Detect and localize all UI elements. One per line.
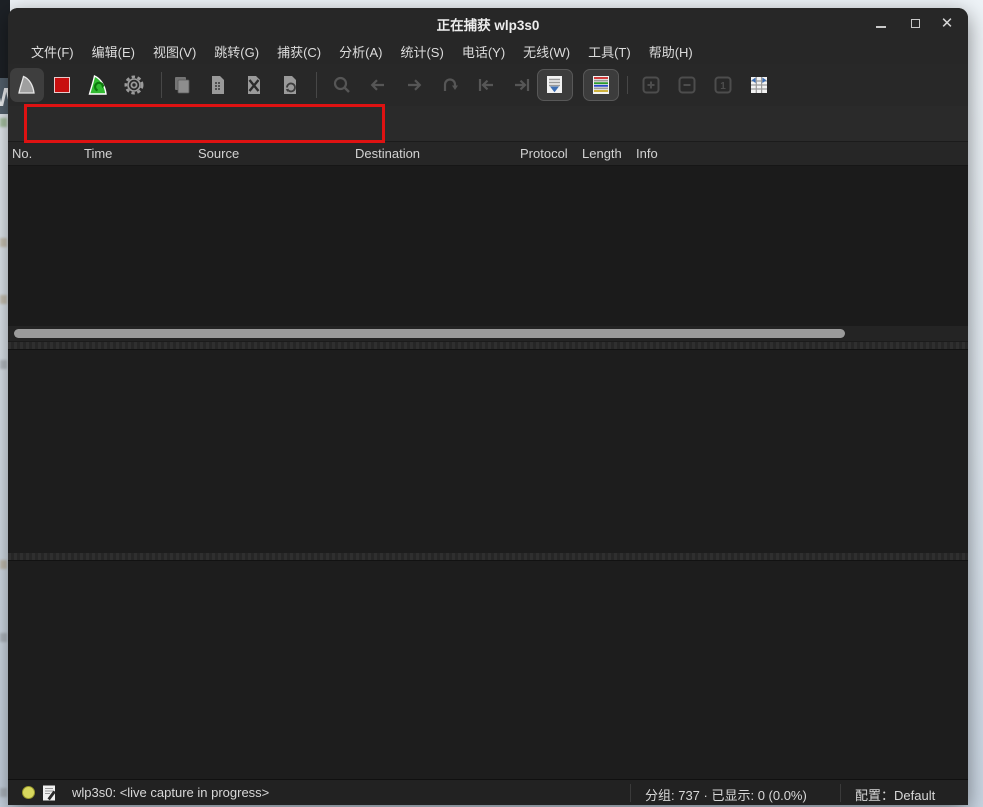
auto-scroll-icon bbox=[543, 73, 567, 97]
start-capture-button[interactable] bbox=[10, 68, 44, 102]
desktop-noise bbox=[0, 633, 7, 642]
close-file-icon bbox=[242, 73, 266, 97]
menu-item-analyze[interactable]: 分析(A) bbox=[330, 39, 391, 64]
colorize-packets-button[interactable] bbox=[583, 69, 619, 101]
find-packet-button[interactable] bbox=[330, 73, 354, 97]
auto-scroll-button[interactable] bbox=[537, 69, 573, 101]
save-file-icon bbox=[206, 73, 230, 97]
horizontal-scrollbar[interactable] bbox=[8, 326, 968, 341]
open-file-icon bbox=[170, 73, 194, 97]
go-first-packet-button[interactable] bbox=[474, 73, 498, 97]
status-separator bbox=[630, 784, 631, 802]
toolbar-separator bbox=[161, 72, 162, 98]
minimize-icon bbox=[876, 26, 886, 28]
desktop-noise bbox=[0, 295, 7, 304]
filter-toolbar: (sip or rtp )and ip.addr==192.168.1.3 an… bbox=[8, 106, 968, 142]
desktop-noise bbox=[0, 560, 7, 569]
menu-item-help[interactable]: 帮助(H) bbox=[640, 39, 702, 64]
packet-details-pane[interactable] bbox=[8, 349, 968, 553]
last-packet-icon bbox=[510, 73, 534, 97]
desktop: W 正在捕获 wlp3s0 ✕ 文件(F) 编辑(E) 视图(V) 跳转(G) … bbox=[0, 0, 983, 807]
pane-splitter[interactable] bbox=[8, 553, 968, 560]
column-length[interactable]: Length bbox=[582, 146, 622, 161]
reload-capture-file-button[interactable] bbox=[278, 73, 302, 97]
gear-icon bbox=[122, 73, 146, 97]
packet-list-header: No. Time Source Destination Protocol Len… bbox=[8, 142, 968, 166]
zoom-100-button[interactable]: 1 bbox=[711, 73, 735, 97]
zoom-out-icon bbox=[675, 73, 699, 97]
go-to-packet-button[interactable] bbox=[438, 73, 462, 97]
desktop-noise bbox=[0, 788, 7, 797]
close-button[interactable]: ✕ bbox=[938, 15, 956, 32]
menu-item-go[interactable]: 跳转(G) bbox=[205, 39, 268, 64]
arrow-left-icon bbox=[366, 73, 390, 97]
go-to-packet-icon bbox=[438, 73, 462, 97]
menu-item-wireless[interactable]: 无线(W) bbox=[514, 39, 579, 64]
window-title: 正在捕获 wlp3s0 bbox=[8, 14, 968, 34]
status-capture-text: wlp3s0: <live capture in progress> bbox=[72, 785, 269, 800]
save-capture-file-button[interactable] bbox=[206, 73, 230, 97]
search-icon bbox=[330, 73, 354, 97]
svg-text:1: 1 bbox=[720, 81, 726, 92]
pane-splitter[interactable] bbox=[8, 342, 968, 349]
stop-capture-button[interactable] bbox=[50, 73, 74, 97]
colorize-icon bbox=[589, 73, 613, 97]
note-pencil-icon bbox=[42, 785, 58, 801]
desktop-noise bbox=[0, 238, 7, 247]
column-protocol[interactable]: Protocol bbox=[520, 146, 568, 161]
menu-item-edit[interactable]: 编辑(E) bbox=[83, 39, 144, 64]
menu-item-tools[interactable]: 工具(T) bbox=[579, 39, 640, 64]
maximize-icon bbox=[911, 19, 920, 28]
status-bar: wlp3s0: <live capture in progress> 分组: 7… bbox=[8, 779, 968, 805]
column-info[interactable]: Info bbox=[636, 146, 658, 161]
go-next-packet-button[interactable] bbox=[402, 73, 426, 97]
open-capture-file-button[interactable] bbox=[170, 73, 194, 97]
expert-info-icon[interactable] bbox=[22, 786, 35, 799]
reload-file-icon bbox=[278, 73, 302, 97]
status-packet-counts: 分组: 737 · 已显示: 0 (0.0%) bbox=[645, 785, 807, 804]
column-source[interactable]: Source bbox=[198, 146, 239, 161]
arrow-right-icon bbox=[402, 73, 426, 97]
capture-options-button[interactable] bbox=[122, 73, 146, 97]
menu-item-telephony[interactable]: 电话(Y) bbox=[453, 39, 514, 64]
resize-columns-icon bbox=[747, 73, 771, 97]
column-no[interactable]: No. bbox=[12, 146, 32, 161]
shark-fin-icon bbox=[15, 73, 39, 97]
menu-item-capture[interactable]: 捕获(C) bbox=[268, 39, 330, 64]
restart-capture-button[interactable] bbox=[86, 73, 110, 97]
close-icon: ✕ bbox=[941, 16, 954, 31]
toolbar-separator bbox=[627, 76, 628, 94]
column-destination[interactable]: Destination bbox=[355, 146, 420, 161]
zoom-in-button[interactable] bbox=[639, 73, 663, 97]
scrollbar-thumb[interactable] bbox=[14, 329, 845, 338]
menubar: 文件(F) 编辑(E) 视图(V) 跳转(G) 捕获(C) 分析(A) 统计(S… bbox=[8, 38, 968, 64]
zoom-100-icon: 1 bbox=[711, 73, 735, 97]
toolbar-separator bbox=[316, 72, 317, 98]
minimize-button[interactable] bbox=[872, 15, 890, 32]
menu-item-file[interactable]: 文件(F) bbox=[22, 39, 83, 64]
desktop-noise bbox=[0, 118, 7, 127]
main-toolbar: 1 bbox=[8, 64, 968, 106]
menu-item-statistics[interactable]: 统计(S) bbox=[391, 39, 452, 64]
titlebar[interactable]: 正在捕获 wlp3s0 ✕ bbox=[8, 8, 968, 38]
status-separator bbox=[840, 784, 841, 802]
column-time[interactable]: Time bbox=[84, 146, 112, 161]
packet-bytes-pane[interactable] bbox=[8, 560, 968, 779]
status-profile[interactable]: 配置：Default bbox=[855, 785, 935, 804]
go-last-packet-button[interactable] bbox=[510, 73, 534, 97]
desktop-noise bbox=[0, 360, 7, 369]
close-capture-file-button[interactable] bbox=[242, 73, 266, 97]
packet-list-pane[interactable] bbox=[8, 166, 968, 342]
wireshark-window: 正在捕获 wlp3s0 ✕ 文件(F) 编辑(E) 视图(V) 跳转(G) 捕获… bbox=[8, 8, 968, 805]
first-packet-icon bbox=[474, 73, 498, 97]
capture-comment-icon[interactable] bbox=[42, 785, 58, 801]
maximize-button[interactable] bbox=[906, 15, 924, 32]
stop-icon bbox=[50, 73, 74, 97]
menu-item-view[interactable]: 视图(V) bbox=[144, 39, 205, 64]
zoom-in-icon bbox=[639, 73, 663, 97]
restart-fin-icon bbox=[86, 73, 110, 97]
resize-columns-button[interactable] bbox=[747, 73, 771, 97]
go-previous-packet-button[interactable] bbox=[366, 73, 390, 97]
zoom-out-button[interactable] bbox=[675, 73, 699, 97]
